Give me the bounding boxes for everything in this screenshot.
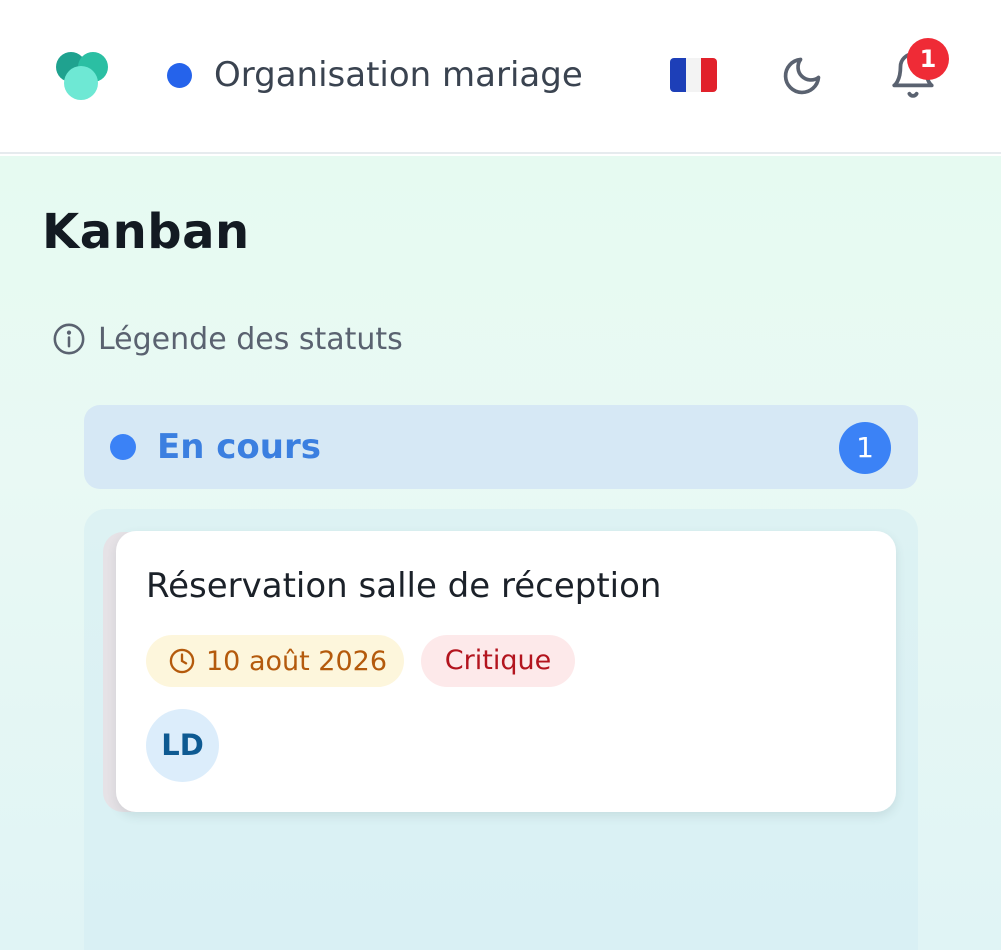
top-bar: Organisation mariage 1: [0, 0, 1001, 154]
clock-icon: [169, 648, 195, 674]
legend-label: Légende des statuts: [98, 321, 403, 357]
moon-icon[interactable]: [780, 54, 824, 98]
page-title: Kanban: [42, 204, 250, 260]
project-name[interactable]: Organisation mariage: [214, 52, 583, 98]
due-date-badge: 10 août 2026: [146, 635, 404, 687]
column-count-badge: 1: [839, 422, 891, 474]
task-card[interactable]: Réservation salle de réception 10 août 2…: [116, 531, 896, 812]
flag-fr-icon[interactable]: [670, 58, 717, 92]
due-date: 10 août 2026: [206, 645, 387, 677]
app-logo-icon[interactable]: [54, 50, 114, 102]
column-status-dot: [110, 434, 136, 460]
status-legend-toggle[interactable]: Légende des statuts: [52, 319, 403, 359]
assignee-avatar[interactable]: LD: [146, 709, 219, 782]
priority-badge: Critique: [421, 635, 575, 687]
project-status-dot: [167, 63, 192, 88]
column-title: En cours: [157, 427, 321, 467]
column-header-en-cours[interactable]: En cours 1: [84, 405, 918, 489]
notification-count-badge: 1: [907, 38, 949, 80]
info-icon: [53, 323, 85, 355]
task-title: Réservation salle de réception: [146, 566, 662, 606]
